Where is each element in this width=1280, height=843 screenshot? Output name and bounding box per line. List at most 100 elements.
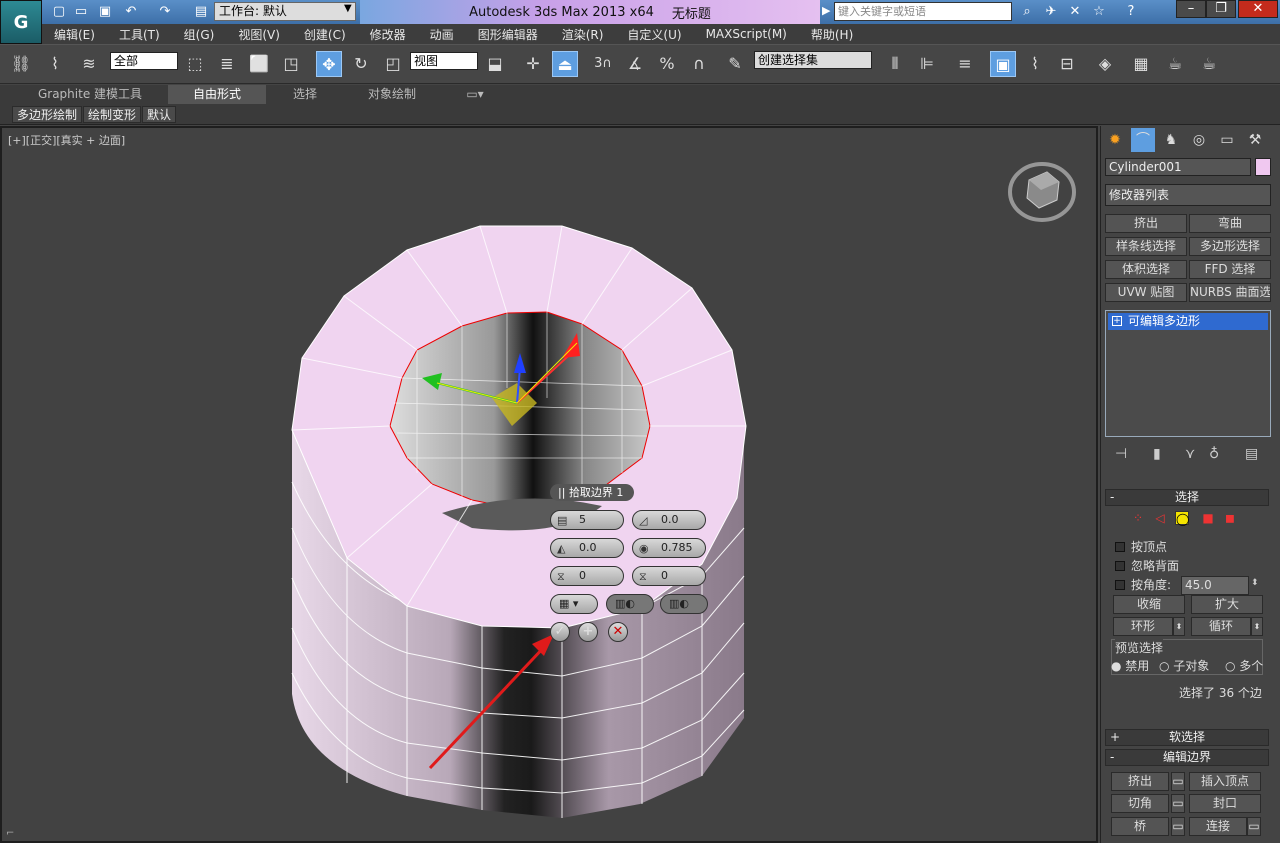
app-logo-button[interactable]: G (0, 0, 42, 44)
ignore-backface-checkbox[interactable]: 忽略背面 (1115, 557, 1179, 574)
caddy-cancel-button[interactable]: ✕ (608, 622, 628, 642)
caddy-twist1-field[interactable]: ⧖ 0 (550, 566, 624, 586)
mod-poly-select-button[interactable]: 多边形选择 (1189, 237, 1271, 256)
cap-button[interactable]: 封口 (1189, 794, 1261, 813)
menu-tools[interactable]: 工具(T) (107, 26, 172, 43)
expand-icon[interactable]: + (1112, 316, 1122, 326)
curve-editor-icon[interactable]: ⌇ (1022, 51, 1048, 77)
rotate-icon[interactable]: ↻ (348, 51, 374, 77)
select-object-icon[interactable]: ⬚ (182, 51, 208, 77)
menu-animation[interactable]: 动画 (418, 26, 466, 43)
mod-nurbs-select-button[interactable]: NURBS 曲面选择 (1189, 283, 1271, 302)
chevron-down-icon[interactable]: ▼ (344, 3, 352, 14)
stack-item-editable-poly[interactable]: + 可编辑多边形 (1108, 313, 1268, 330)
grow-button[interactable]: 扩大 (1191, 595, 1263, 614)
link-icon[interactable]: ⛓ (8, 51, 34, 77)
layer-manager-icon[interactable]: ≡ (952, 51, 978, 77)
modifier-stack[interactable]: + 可编辑多边形 (1105, 310, 1271, 437)
polygon-mode-icon[interactable]: ■ (1201, 511, 1215, 525)
align-icon[interactable]: ⊫ (914, 51, 940, 77)
search-input[interactable]: 键入关键字或短语 (834, 2, 1012, 21)
bridge-settings-button[interactable]: ▭ (1171, 817, 1185, 836)
keyboard-shortcut-override-icon[interactable]: ⏏ (552, 51, 578, 77)
loop-button[interactable]: 循环 (1191, 617, 1251, 636)
cylinder-mesh[interactable] (2, 128, 1096, 841)
menu-modifiers[interactable]: 修改器 (358, 26, 418, 43)
chamfer-settings-button[interactable]: ▭ (1171, 794, 1185, 813)
caddy-twist2-field[interactable]: ⧖ 0 (632, 566, 706, 586)
favorites-icon[interactable]: ☆ (1090, 4, 1108, 20)
render-production-icon[interactable]: ☕ (1196, 51, 1222, 77)
hierarchy-tab-icon[interactable]: ♞ (1159, 128, 1183, 152)
menu-customize[interactable]: 自定义(U) (615, 26, 693, 43)
caddy-apply-button[interactable]: + (578, 622, 598, 642)
caddy-pick-edge2-button[interactable]: ▥◐ (660, 594, 708, 614)
mod-spline-select-button[interactable]: 样条线选择 (1105, 237, 1187, 256)
angle-spinner-icon[interactable]: ⬍ (1251, 578, 1259, 588)
tab-object-paint[interactable]: 对象绘制 (352, 85, 432, 104)
snaps-toggle-icon[interactable]: 3∩ (590, 51, 616, 77)
by-vertex-checkbox[interactable]: 按顶点 (1115, 538, 1167, 555)
modify-tab-icon[interactable]: ⌒ (1131, 128, 1155, 152)
rect-region-icon[interactable]: ⬜ (246, 51, 272, 77)
menu-rendering[interactable]: 渲染(R) (550, 26, 616, 43)
tab-polydraw[interactable]: 多边形绘制 (12, 106, 83, 123)
configure-sets-icon[interactable]: ▤ (1245, 446, 1258, 462)
redo-icon[interactable]: ↷ (156, 4, 174, 20)
rendered-frame-icon[interactable]: ☕ (1162, 51, 1188, 77)
utilities-tab-icon[interactable]: ⚒ (1243, 128, 1267, 152)
minimize-button[interactable]: – (1176, 0, 1206, 18)
preview-multi-radio[interactable]: ○ 多个 (1225, 657, 1263, 674)
object-color-swatch[interactable] (1255, 158, 1271, 176)
mirror-icon[interactable]: ⫴ (882, 51, 908, 77)
select-manipulate-icon[interactable]: ✛ (520, 51, 546, 77)
create-tab-icon[interactable]: ✹ (1103, 128, 1127, 152)
caddy-smooth-field[interactable]: ◉ 0.785 (632, 538, 706, 558)
display-tab-icon[interactable]: ▭ (1215, 128, 1239, 152)
viewcube[interactable] (1007, 158, 1077, 222)
project-folder-icon[interactable]: ▤ (192, 4, 210, 20)
scale-icon[interactable]: ◰ (380, 51, 406, 77)
menu-maxscript[interactable]: MAXScript(M) (694, 27, 799, 41)
close-button[interactable]: ✕ (1238, 0, 1278, 18)
tab-selection[interactable]: 选择 (270, 85, 340, 104)
menu-group[interactable]: 组(G) (172, 26, 227, 43)
caddy-mode-dropdown[interactable]: ▦ ▾ (550, 594, 598, 614)
show-end-result-icon[interactable]: ▮ (1153, 446, 1161, 462)
rollout-soft-selection[interactable]: + 软选择 (1105, 729, 1269, 746)
reference-coord-dropdown[interactable]: 视图 (410, 52, 478, 70)
new-file-icon[interactable]: ▢ (50, 4, 68, 20)
bind-spacewarp-icon[interactable]: ≋ (76, 51, 102, 77)
object-name-field[interactable]: Cylinder001 (1105, 158, 1251, 176)
caddy-taper-field[interactable]: ◿ 0.0 (632, 510, 706, 530)
communication-icon[interactable]: ✕ (1066, 4, 1084, 20)
undo-icon[interactable]: ↶ (122, 4, 140, 20)
mod-bend-button[interactable]: 弯曲 (1189, 214, 1271, 233)
select-by-name-icon[interactable]: ≣ (214, 51, 240, 77)
rollout-selection[interactable]: - 选择 (1105, 489, 1269, 506)
remove-modifier-icon[interactable]: ♁ (1209, 446, 1219, 462)
make-unique-icon[interactable]: ⋎ (1185, 446, 1195, 462)
connect-settings-button[interactable]: ▭ (1247, 817, 1261, 836)
menu-help[interactable]: 帮助(H) (799, 26, 865, 43)
help-icon[interactable]: ? (1122, 4, 1140, 20)
search-expand-icon[interactable]: ▶ (822, 4, 830, 17)
move-icon[interactable]: ✥ (316, 51, 342, 77)
selection-filter-dropdown[interactable]: 全部 (110, 52, 178, 70)
graphite-toggle-icon[interactable]: ▣ (990, 51, 1016, 77)
named-selection-dropdown[interactable]: 创建选择集 (754, 51, 872, 69)
by-angle-checkbox[interactable]: 按角度: (1115, 576, 1171, 593)
ribbon-options-icon[interactable]: ▭▾ (460, 85, 490, 104)
preview-subobject-radio[interactable]: ○ 子对象 (1159, 657, 1209, 674)
menu-views[interactable]: 视图(V) (226, 26, 292, 43)
mod-extrude-button[interactable]: 挤出 (1105, 214, 1187, 233)
mod-uvw-map-button[interactable]: UVW 贴图 (1105, 283, 1187, 302)
tab-graphite[interactable]: Graphite 建模工具 (30, 85, 150, 104)
render-setup-icon[interactable]: ▦ (1128, 51, 1154, 77)
shrink-button[interactable]: 收缩 (1113, 595, 1185, 614)
connect-button[interactable]: 连接 (1189, 817, 1247, 836)
bridge-button[interactable]: 桥 (1111, 817, 1169, 836)
preview-off-radio[interactable]: ● 禁用 (1111, 657, 1149, 674)
caddy-segments-field[interactable]: ▤ 5 (550, 510, 624, 530)
window-crossing-icon[interactable]: ◳ (278, 51, 304, 77)
